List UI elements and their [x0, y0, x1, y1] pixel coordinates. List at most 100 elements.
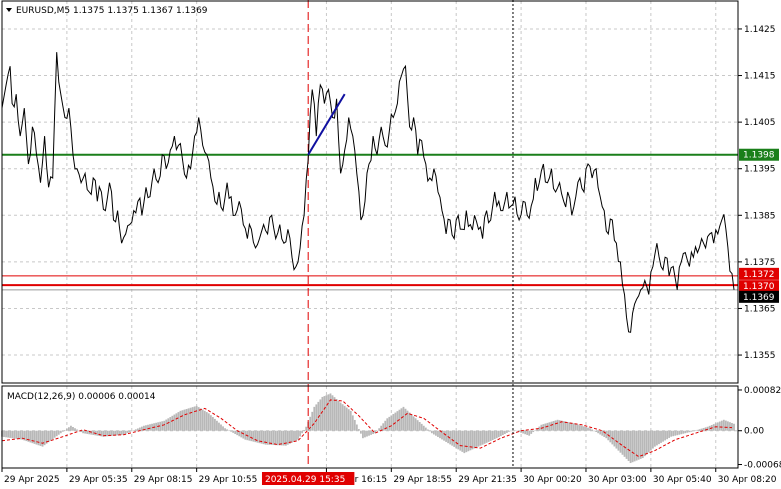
- macd-histogram-bar: [370, 430, 372, 435]
- macd-histogram-bar: [29, 430, 32, 443]
- macd-histogram-bar: [680, 430, 683, 435]
- macd-histogram-bar: [280, 430, 283, 446]
- time-tick-label: 30 Apr 03:00: [588, 475, 647, 485]
- macd-histogram-bar: [670, 430, 673, 437]
- macd-histogram-bar: [706, 426, 709, 431]
- macd-histogram-bar: [651, 430, 654, 449]
- macd-histogram-bar: [5, 430, 7, 438]
- macd-histogram-bar: [90, 430, 93, 435]
- macd-histogram-bar: [615, 430, 618, 449]
- macd-histogram-bar: [149, 424, 151, 431]
- macd-histogram-bar: [351, 415, 354, 431]
- macd-histogram-bar: [189, 407, 192, 431]
- macd-histogram-bar: [287, 430, 289, 445]
- macd-histogram-bar: [589, 428, 591, 431]
- macd-histogram-bar: [599, 430, 602, 435]
- macd-histogram-bar: [400, 408, 403, 431]
- macd-histogram-bar: [601, 430, 604, 436]
- macd-histogram-bar: [552, 421, 555, 431]
- macd-histogram-bar: [402, 406, 405, 431]
- macd-histogram-bar: [15, 430, 18, 439]
- macd-histogram-bar: [35, 430, 38, 445]
- price-tick-label: 1.1415: [744, 72, 776, 82]
- macd-histogram-bar: [126, 430, 129, 433]
- macd-histogram-bar: [676, 430, 679, 436]
- macd-histogram-bar: [216, 420, 218, 431]
- macd-histogram-bar: [386, 418, 389, 431]
- macd-histogram-bar: [343, 405, 346, 431]
- macd-histogram-bar: [731, 422, 733, 431]
- macd-histogram-bar: [662, 430, 664, 442]
- time-tick-label: 30 Apr 08:20: [718, 475, 777, 485]
- macd-histogram-bar: [3, 430, 5, 437]
- macd-histogram-bar: [130, 430, 133, 432]
- macd-histogram-bar: [463, 430, 466, 454]
- chart-canvas[interactable]: 1.1425 1.1415 1.1405 1.1395 1.1385 1.1375 1.13…: [0, 0, 781, 489]
- macd-histogram-bar: [526, 430, 529, 435]
- macd-histogram-bar: [84, 430, 87, 434]
- macd-histogram-bar: [33, 430, 36, 444]
- macd-histogram-bar: [291, 430, 293, 443]
- macd-histogram-bar: [493, 430, 496, 440]
- macd-histogram-bar: [720, 420, 723, 431]
- macd-histogram-bar: [649, 430, 652, 451]
- macd-histogram-bar: [47, 430, 50, 443]
- macd-histogram-bar: [321, 396, 324, 431]
- macd-histogram-bar: [668, 430, 671, 438]
- macd-histogram-bar: [712, 424, 715, 431]
- macd-histogram-bar: [13, 430, 16, 439]
- macd-histogram-bar: [733, 423, 735, 431]
- macd-histogram-bar: [566, 421, 569, 431]
- macd-histogram-bar: [155, 422, 158, 431]
- macd-histogram-bar: [658, 430, 660, 445]
- macd-histogram-bar: [349, 410, 352, 431]
- macd-histogram-bar: [394, 412, 397, 431]
- macd-histogram-bar: [39, 430, 42, 446]
- macd-histogram-bar: [686, 430, 689, 433]
- macd-histogram-bar: [183, 409, 186, 431]
- macd-histogram-bar: [439, 430, 441, 439]
- macd-histogram-bar: [605, 430, 608, 439]
- macd-histogram-bar: [191, 407, 194, 431]
- macd-histogram-bar: [163, 420, 166, 431]
- macd-histogram-bar: [556, 419, 559, 431]
- macd-histogram-bar: [59, 430, 62, 434]
- macd-histogram-bar: [445, 430, 447, 442]
- price-tick-label: 1.1365: [744, 304, 776, 314]
- macd-histogram-bar: [82, 430, 85, 434]
- macd-histogram-bar: [347, 409, 350, 431]
- macd-histogram-bar: [530, 430, 533, 434]
- macd-histogram-bar: [51, 430, 54, 440]
- macd-histogram-bar: [72, 427, 74, 431]
- macd-histogram-bar: [623, 430, 626, 457]
- macd-histogram-bar: [487, 430, 490, 442]
- macd-histogram-bar: [435, 430, 437, 436]
- macd-histogram-bar: [696, 429, 699, 431]
- macd-histogram-bar: [240, 430, 243, 438]
- macd-histogram-bar: [664, 430, 666, 441]
- macd-histogram-bar: [331, 395, 334, 431]
- macd-histogram-bar: [274, 430, 277, 446]
- macd-histogram-bar: [574, 423, 577, 431]
- macd-histogram-bar: [433, 430, 435, 435]
- macd-histogram-bar: [177, 412, 180, 431]
- macd-histogram-bar: [637, 430, 640, 460]
- macd-histogram-bar: [682, 430, 685, 434]
- macd-histogram-bar: [510, 430, 512, 432]
- macd-histogram-bar: [418, 422, 421, 431]
- macd-histogram-bar: [692, 430, 695, 432]
- symbol-header: EURUSD,M5 1.1375 1.1375 1.1367 1.1369: [6, 6, 208, 16]
- macd-histogram-bar: [128, 430, 131, 433]
- macd-histogram-bar: [412, 416, 415, 431]
- macd-histogram-bar: [357, 429, 360, 431]
- macd-histogram-bar: [619, 430, 622, 453]
- macd-histogram-bar: [437, 430, 439, 437]
- macd-tick-label: 0.00082: [744, 386, 781, 396]
- macd-histogram-bar: [68, 427, 70, 431]
- macd-histogram-bar: [597, 430, 600, 434]
- macd-histogram-bar: [617, 430, 620, 451]
- red-level-tag-2-label: 1.1370: [743, 282, 775, 292]
- macd-histogram-bar: [643, 430, 646, 457]
- macd-histogram-bar: [230, 430, 233, 432]
- macd-histogram-bar: [329, 393, 332, 431]
